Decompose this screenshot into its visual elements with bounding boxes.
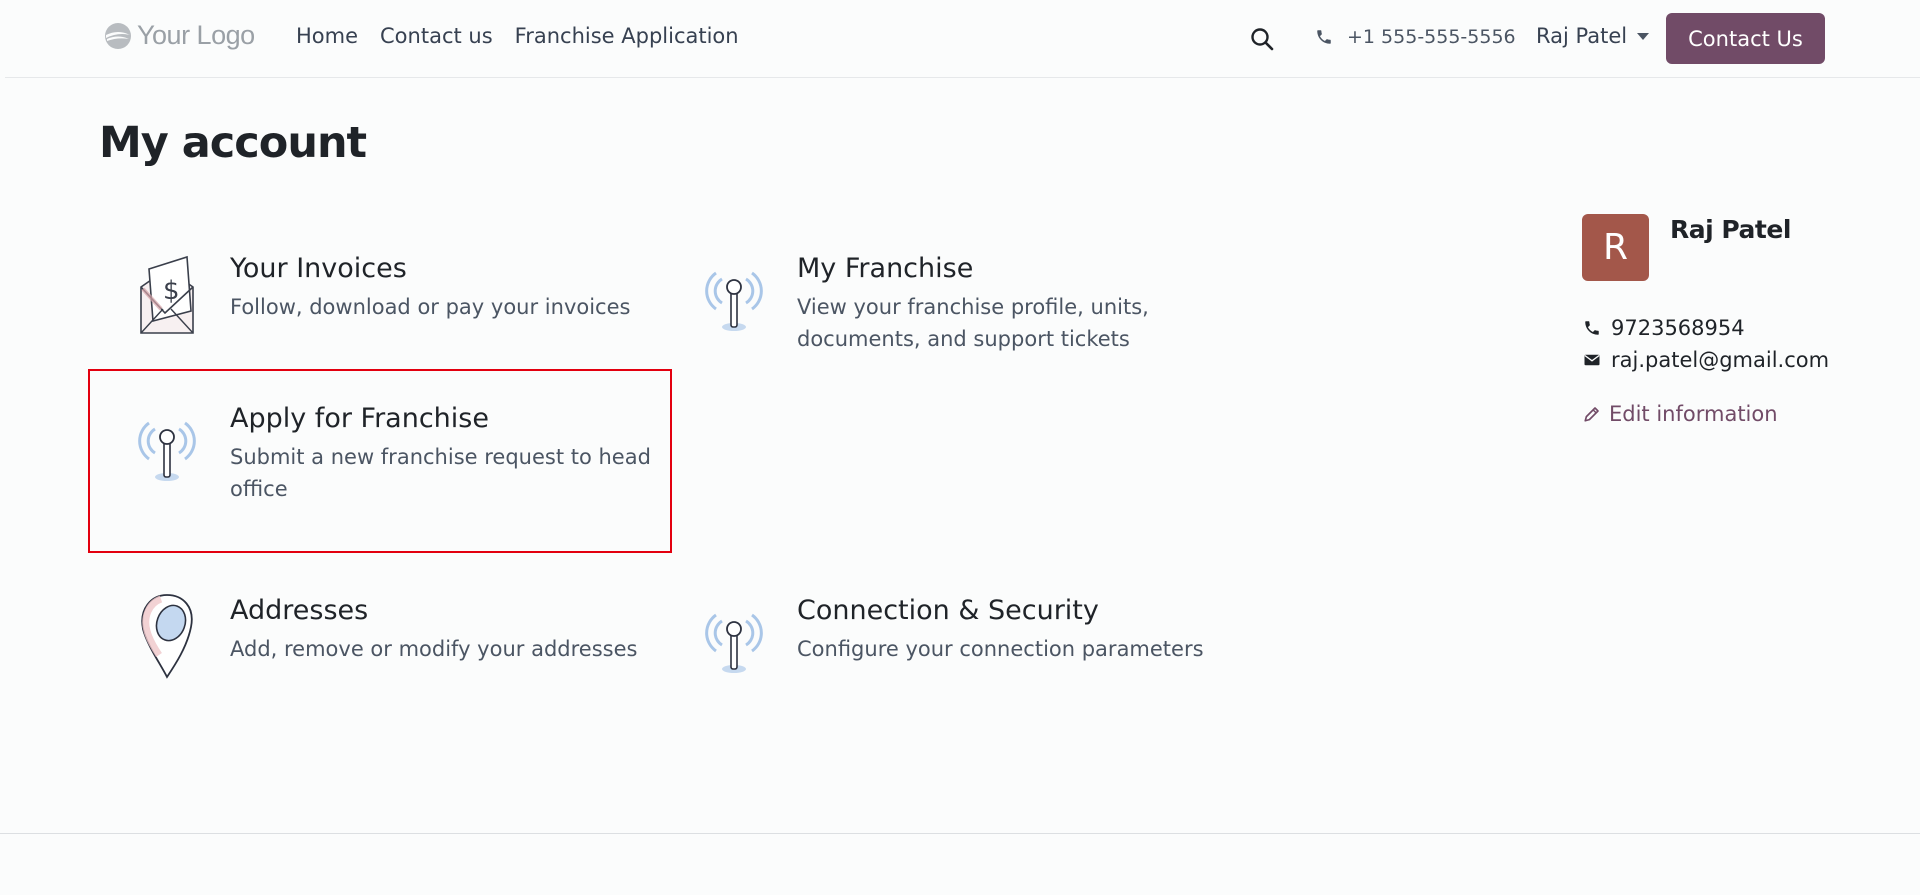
nav-home[interactable]: Home <box>296 24 358 48</box>
selection-highlight-box <box>88 369 672 553</box>
edit-information-label: Edit information <box>1609 402 1778 426</box>
logo-icon <box>105 22 131 49</box>
caret-down-icon <box>1637 32 1650 40</box>
header-phone-number: +1 555-555-5556 <box>1347 26 1516 48</box>
signal-tower-icon <box>705 613 763 673</box>
header-phone[interactable]: +1 555-555-5556 <box>1315 26 1516 48</box>
profile-email: raj.patel@gmail.com <box>1583 348 1829 372</box>
card-description: Configure your connection parameters <box>797 637 1204 662</box>
card-description: Add, remove or modify your addresses <box>230 637 638 662</box>
profile-name: Raj Patel <box>1670 215 1791 244</box>
card-description: Follow, download or pay your invoices <box>230 295 631 320</box>
user-menu-name: Raj Patel <box>1536 24 1628 48</box>
map-pin-icon <box>141 594 193 679</box>
nav-franchise-application[interactable]: Franchise Application <box>515 24 739 48</box>
card-title: Your Invoices <box>230 253 407 284</box>
profile-phone: 9723568954 <box>1583 316 1745 340</box>
search-icon[interactable] <box>1249 26 1275 52</box>
card-connection-security[interactable]: Connection & Security Configure your con… <box>699 595 1204 675</box>
site-header: Your Logo Home Contact us Franchise Appl… <box>5 0 1920 78</box>
card-addresses[interactable]: Addresses Add, remove or modify your add… <box>132 594 638 679</box>
signal-tower-icon <box>705 271 763 331</box>
card-title: Connection & Security <box>797 595 1099 626</box>
edit-information-link[interactable]: Edit information <box>1583 402 1778 426</box>
logo[interactable]: Your Logo <box>103 20 255 51</box>
invoice-envelope-icon: $ <box>140 255 194 334</box>
card-my-franchise[interactable]: My Franchise View your franchise profile… <box>699 253 1199 355</box>
user-menu-dropdown[interactable]: Raj Patel <box>1536 24 1650 48</box>
profile-email-address: raj.patel@gmail.com <box>1611 348 1830 372</box>
phone-icon <box>1317 30 1331 44</box>
card-title: My Franchise <box>797 253 974 284</box>
card-title: Addresses <box>230 595 369 626</box>
envelope-icon <box>1584 354 1600 366</box>
profile-phone-number: 9723568954 <box>1611 316 1745 340</box>
card-your-invoices[interactable]: $ Your Invoices Follow, download or pay … <box>132 253 631 334</box>
footer-divider <box>0 833 1920 834</box>
avatar: R <box>1582 214 1649 281</box>
contact-us-button[interactable]: Contact Us <box>1666 13 1825 64</box>
phone-icon <box>1585 321 1599 335</box>
card-description: View your franchise profile, units, docu… <box>797 295 1149 352</box>
main-nav: Home Contact us Franchise Application <box>296 24 739 48</box>
pencil-icon <box>1584 407 1599 422</box>
page-title: My account <box>99 118 367 168</box>
logo-text: Your Logo <box>137 20 255 50</box>
nav-contact-us[interactable]: Contact us <box>380 24 493 48</box>
